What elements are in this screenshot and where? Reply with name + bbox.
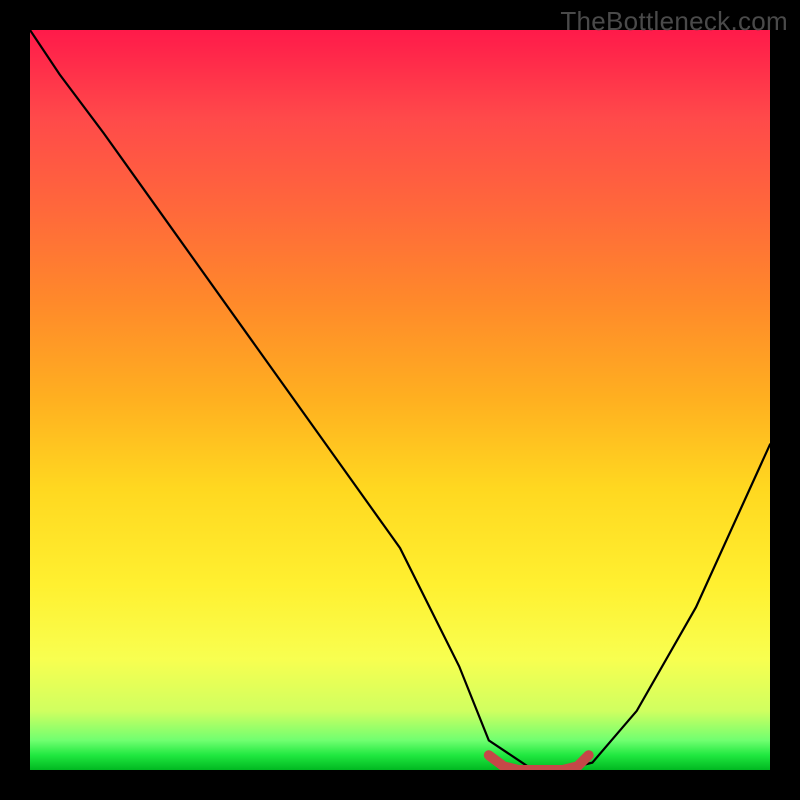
bottleneck-curve bbox=[30, 30, 770, 770]
optimal-range-marker bbox=[489, 755, 589, 770]
chart-frame: TheBottleneck.com bbox=[0, 0, 800, 800]
plot-area bbox=[30, 30, 770, 770]
curve-svg bbox=[30, 30, 770, 770]
watermark-text: TheBottleneck.com bbox=[560, 6, 788, 37]
